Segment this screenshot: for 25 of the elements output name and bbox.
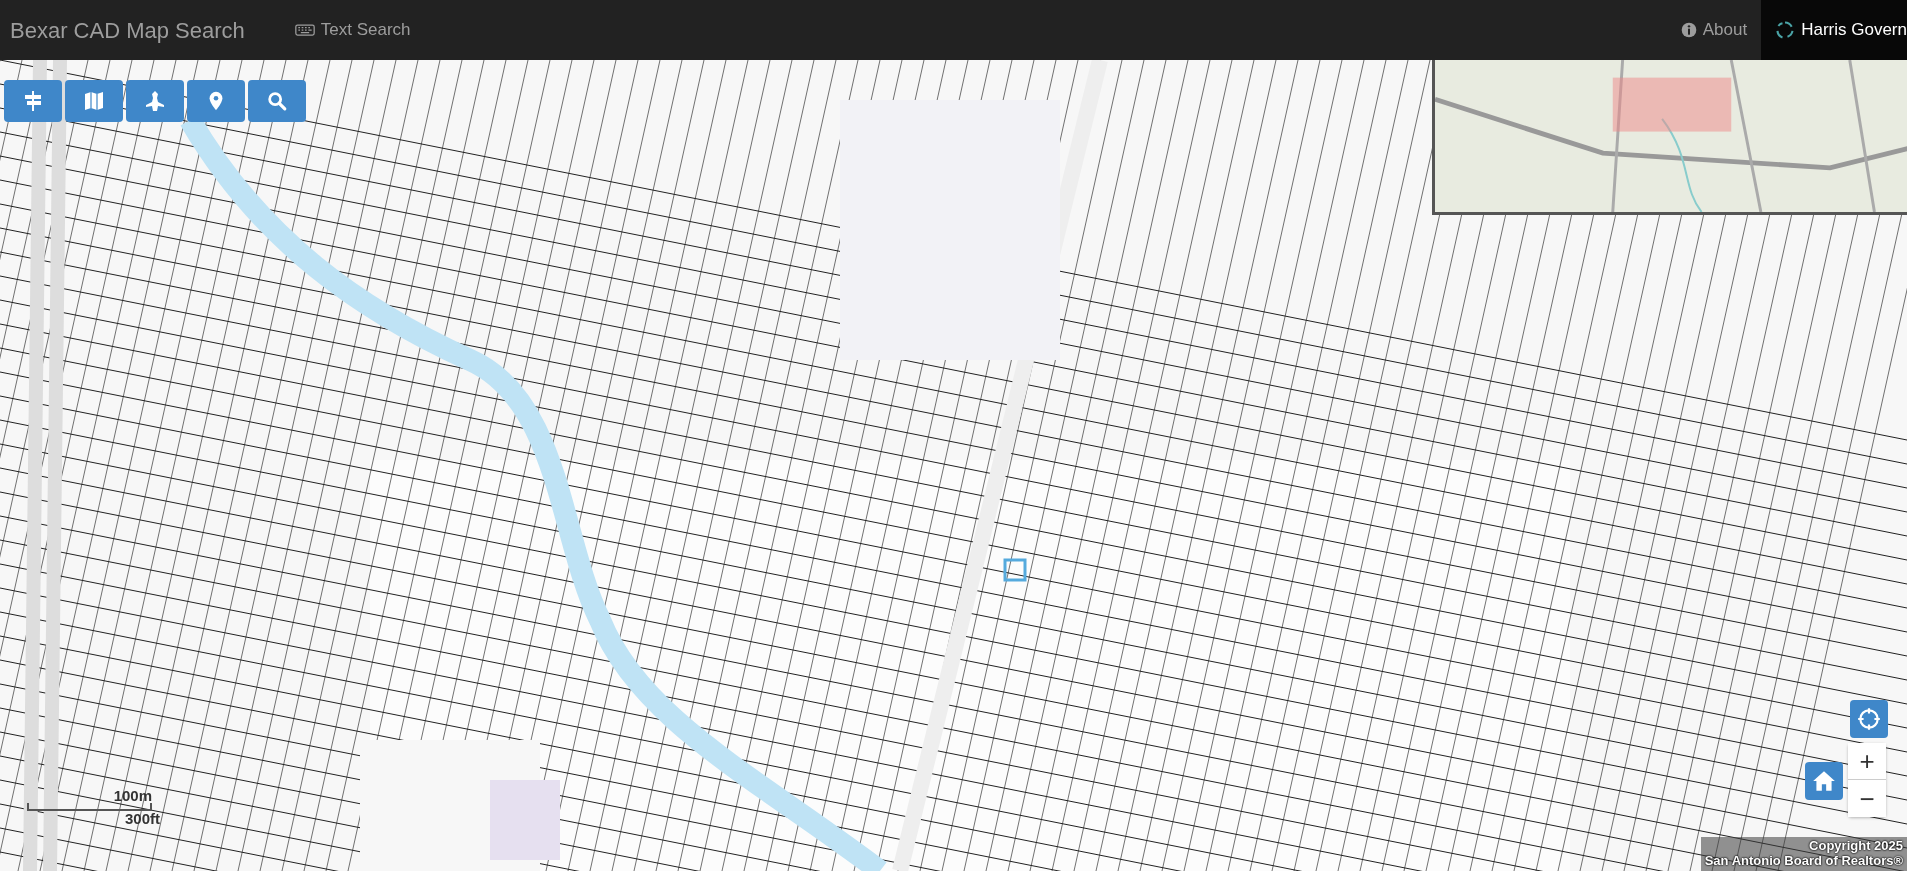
text-search-link[interactable]: Text Search: [280, 0, 425, 60]
parcel-map-drawing[interactable]: [0, 60, 1907, 871]
locate-button[interactable]: [1850, 700, 1888, 738]
map-tool-button[interactable]: [65, 80, 123, 122]
scale-metric-label: 100m: [113, 788, 152, 803]
info-icon: [1680, 22, 1697, 38]
attribution-text: San Antonio Board of Realtors®: [1704, 854, 1903, 869]
about-link[interactable]: About: [1666, 0, 1762, 60]
search-tool-button[interactable]: [248, 80, 306, 122]
signpost-tool-button[interactable]: [4, 80, 62, 122]
scale-imperial-label: 300ft: [124, 811, 160, 826]
map-icon: [82, 89, 106, 113]
pin-tool-button[interactable]: [187, 80, 245, 122]
crosshair-icon: [1856, 705, 1882, 733]
zoom-out-button[interactable]: −: [1848, 780, 1886, 817]
app-title: Bexar CAD Map Search: [9, 16, 246, 45]
zoom-in-button[interactable]: +: [1848, 743, 1886, 780]
attribution-text: Copyright 2025: [1808, 839, 1903, 855]
partner-link[interactable]: Harris Govern: [1761, 0, 1907, 60]
overview-map[interactable]: [1432, 60, 1907, 215]
swirl-logo-icon: [1775, 20, 1796, 40]
home-button[interactable]: [1805, 762, 1843, 800]
airplane-icon: [143, 89, 167, 113]
plane-tool-button[interactable]: [126, 80, 184, 122]
search-icon: [266, 90, 288, 112]
